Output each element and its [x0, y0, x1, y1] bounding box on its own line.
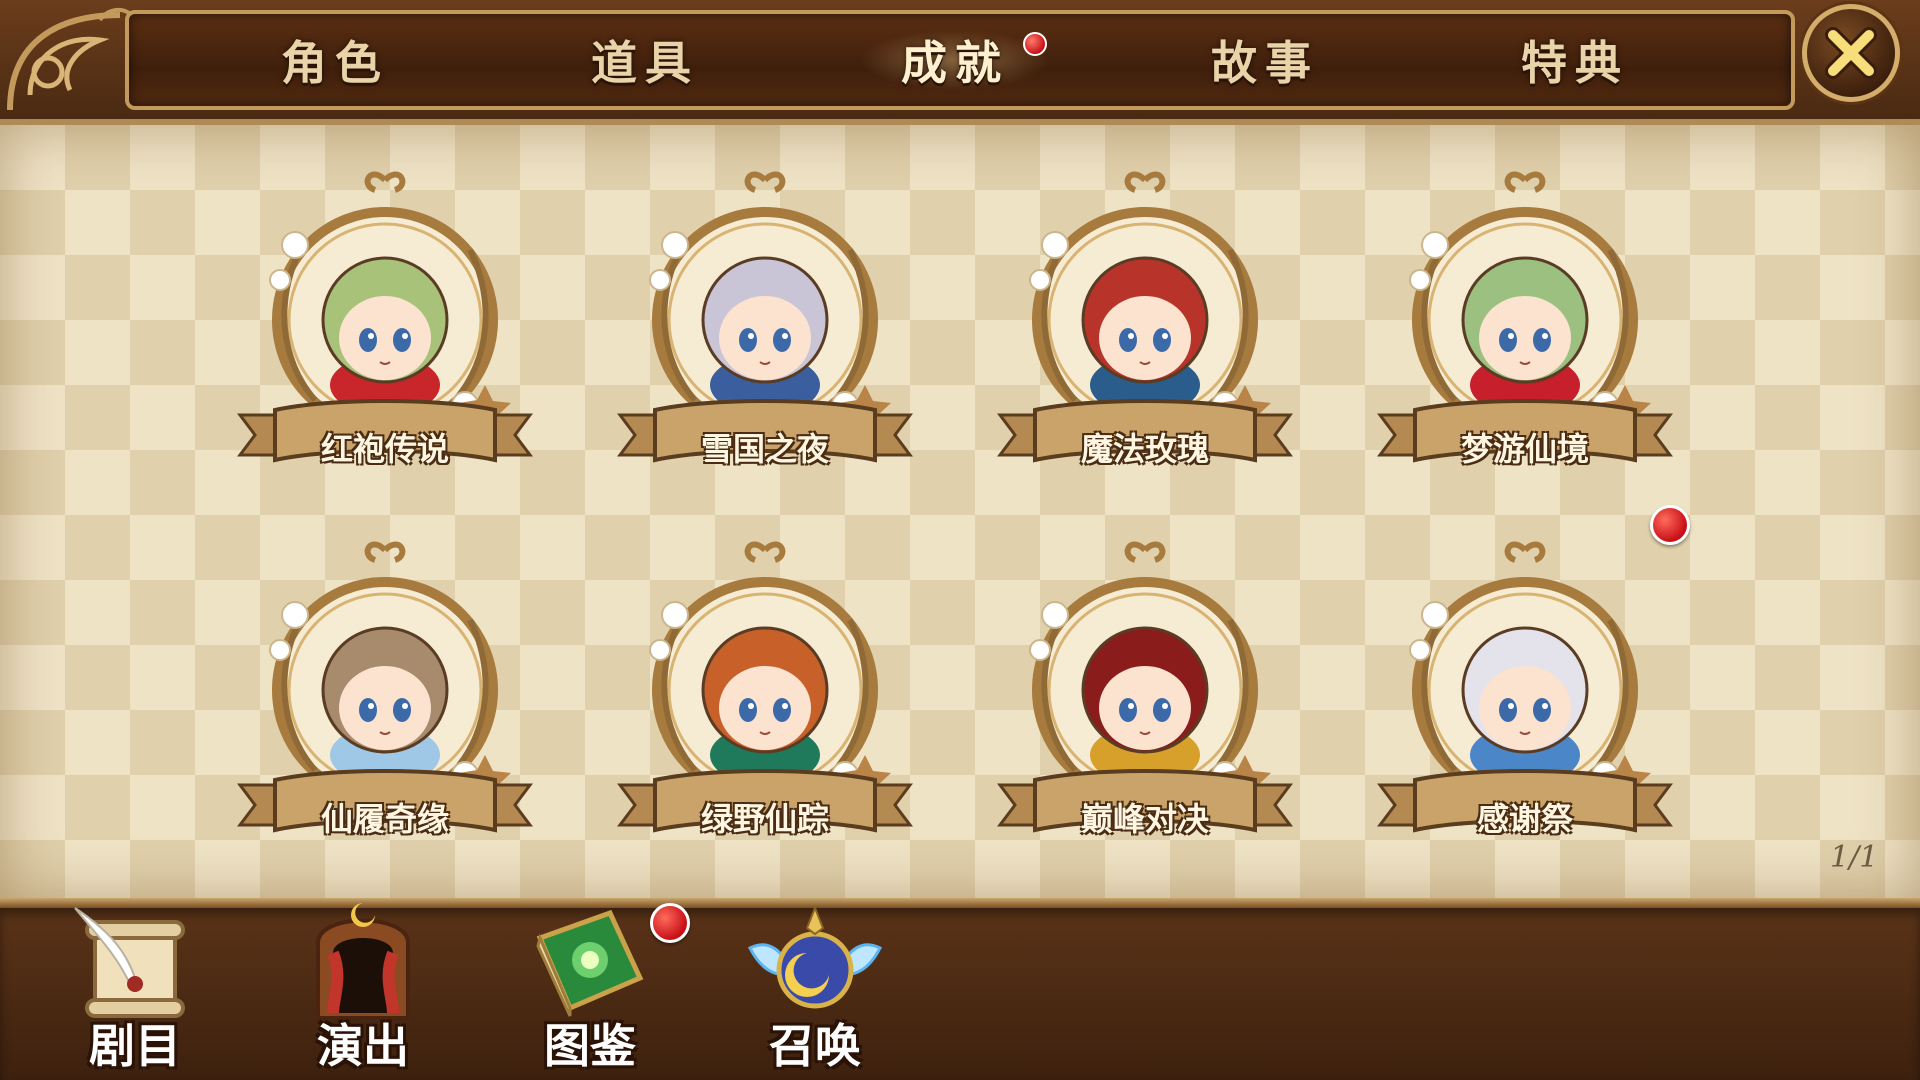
- medal-label: 红袍传说: [320, 430, 449, 468]
- corner-ornament-icon: [7, 7, 137, 111]
- bottom-nav-bar: 剧目 演出 图鉴 召唤: [0, 903, 1920, 1080]
- medal-label: 绿野仙踪: [700, 800, 829, 838]
- tab-label: 道具: [591, 36, 699, 90]
- notification-dot: [650, 903, 690, 943]
- medal-magic-rose[interactable]: 魔法玫瑰: [980, 160, 1310, 500]
- tabs: 角色 道具 成就 故事 特典: [125, 10, 1795, 110]
- medal-oz[interactable]: 绿野仙踪: [600, 530, 930, 870]
- tab-characters[interactable]: 角色: [220, 10, 450, 110]
- tab-achievements[interactable]: 成就: [840, 10, 1070, 110]
- nav-performance-button[interactable]: 演出: [278, 903, 448, 1080]
- top-tab-bar: 角色 道具 成就 故事 特典: [0, 0, 1920, 125]
- medal-peak-duel[interactable]: 巅峰对决: [980, 530, 1310, 870]
- medal-red-hood[interactable]: 红袍传说: [220, 160, 550, 500]
- tab-label: 角色: [281, 36, 389, 90]
- medal-label: 感谢祭: [1476, 800, 1573, 838]
- tab-label: 成就: [901, 36, 1009, 90]
- tab-items[interactable]: 道具: [530, 10, 760, 110]
- close-button[interactable]: [1802, 4, 1900, 102]
- notification-dot: [1650, 505, 1690, 545]
- green-book-icon: [536, 909, 644, 1017]
- tab-bonus[interactable]: 特典: [1460, 10, 1690, 110]
- nav-summon-button[interactable]: 召唤: [730, 905, 900, 1080]
- nav-label: 剧目: [89, 1019, 181, 1073]
- tab-label: 故事: [1211, 36, 1319, 90]
- medal-cinderella[interactable]: 仙履奇缘: [220, 530, 550, 870]
- nav-label: 图鉴: [544, 1019, 636, 1073]
- tab-label: 特典: [1521, 36, 1629, 90]
- nav-repertoire-button[interactable]: 剧目: [50, 907, 220, 1080]
- medal-wonderland[interactable]: 梦游仙境: [1360, 160, 1690, 500]
- winged-moon-orb-icon: [747, 905, 883, 1009]
- medal-thanksgiving[interactable]: 感谢祭: [1360, 505, 1690, 870]
- nav-encyclopedia-button[interactable]: 图鉴: [505, 903, 690, 1080]
- medal-label: 巅峰对决: [1080, 800, 1209, 838]
- stage-theater-icon: [316, 903, 410, 1020]
- notification-dot: [1023, 32, 1047, 56]
- page-indicator: 1/1: [1830, 840, 1879, 875]
- board-divider: [0, 898, 1920, 908]
- nav-label: 召唤: [769, 1019, 861, 1073]
- close-icon: [1825, 27, 1877, 79]
- medal-label: 雪国之夜: [700, 430, 829, 468]
- medal-snow-night[interactable]: 雪国之夜: [600, 160, 930, 500]
- medal-label: 仙履奇缘: [320, 800, 449, 838]
- nav-label: 演出: [317, 1019, 409, 1073]
- medal-label: 梦游仙境: [1460, 430, 1589, 468]
- scroll-quill-icon: [74, 907, 185, 1018]
- medal-label: 魔法玫瑰: [1080, 430, 1209, 468]
- tab-story[interactable]: 故事: [1150, 10, 1380, 110]
